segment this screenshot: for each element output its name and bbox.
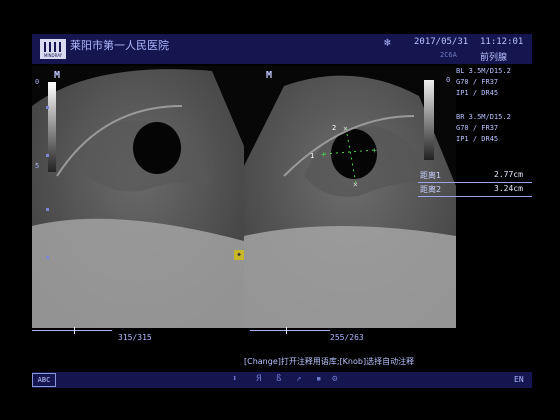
orientation-marker: ◆: [234, 250, 244, 260]
image-marker: M: [266, 70, 273, 81]
abc-text-button[interactable]: ABC: [32, 373, 56, 387]
exam-time: 11:12:01: [480, 37, 524, 47]
grayscale-bar: [48, 82, 56, 172]
depth-label: 0: [35, 78, 40, 86]
depth-tick: [46, 106, 49, 109]
param-line: BR 3.5M/D15.2: [456, 113, 511, 121]
depth-tick: [46, 154, 49, 157]
param-line: BL 3.5M/D15.2: [456, 67, 511, 75]
annotation-hint: [Change]打开注释用语库;[Knob]选择自动注释: [244, 357, 415, 366]
cine-progress-left[interactable]: [32, 330, 112, 331]
svg-text:+: +: [321, 150, 326, 159]
exam-date: 2017/05/31: [414, 37, 469, 47]
ultrasound-image-left[interactable]: M 0 5: [32, 66, 244, 328]
exam-preset[interactable]: 前列腺: [480, 50, 507, 63]
body-mark-icon[interactable]: ▪: [316, 374, 321, 384]
measurement-row[interactable]: 距离1 2.77cm: [418, 168, 532, 183]
bottom-toolbar: ABC ⬍ Я ß ↗ ▪ ⚙ EN: [32, 372, 532, 388]
font-b-icon[interactable]: ß: [276, 374, 281, 384]
measurement-value: 2.77cm: [494, 170, 523, 179]
measurement-label: 距离2: [420, 185, 442, 194]
cine-frame-right: 255/263: [330, 333, 364, 342]
image-marker: M: [54, 70, 61, 81]
snowflake-icon[interactable]: ❄: [384, 36, 391, 49]
param-line: IP1 / DR45: [456, 135, 499, 143]
params-block-2: BR 3.5M/D15.2 G70 / FR37 IP1 / DR45: [456, 112, 511, 145]
mindray-logo: MINDRAY: [40, 39, 66, 59]
hospital-name: 莱阳市第一人民医院: [70, 39, 169, 52]
cine-frame-left: 315/315: [118, 333, 152, 342]
depth-label: 5: [35, 162, 40, 170]
depth-tick: [46, 256, 49, 259]
measurement-row[interactable]: 距离2 3.24cm: [418, 182, 532, 197]
cine-marker[interactable]: [74, 327, 75, 334]
probe-name: 2C6A: [440, 51, 457, 59]
title-bar: MINDRAY 莱阳市第一人民医院 ❄ 2017/05/31 11:12:01 …: [32, 34, 532, 64]
params-block-1: BL 3.5M/D15.2 G70 / FR37 IP1 / DR45: [456, 66, 511, 99]
cine-progress-right[interactable]: [250, 330, 330, 331]
cursor-icon[interactable]: ⬍: [232, 374, 237, 384]
caliper-label-2: 2: [332, 124, 337, 132]
measurement-value: 3.24cm: [494, 184, 523, 193]
depth-label: 0: [446, 76, 451, 84]
grayscale-bar-right: [424, 80, 434, 160]
svg-text:+: +: [372, 146, 377, 155]
cine-marker[interactable]: [286, 327, 287, 334]
logo-text: MINDRAY: [43, 53, 63, 58]
caliper-label-1: 1: [310, 152, 315, 160]
param-line: G70 / FR37: [456, 124, 499, 132]
svg-text:×: ×: [343, 124, 348, 133]
language-indicator[interactable]: EN: [514, 375, 524, 384]
depth-tick: [46, 208, 49, 211]
arrow-icon[interactable]: ↗: [296, 374, 301, 384]
settings-icon[interactable]: ⚙: [332, 374, 337, 384]
measurement-label: 距离1: [420, 171, 442, 180]
font-r-icon[interactable]: Я: [256, 374, 261, 384]
svg-text:×: ×: [353, 180, 358, 189]
param-line: IP1 / DR45: [456, 89, 499, 97]
param-line: G70 / FR37: [456, 78, 499, 86]
